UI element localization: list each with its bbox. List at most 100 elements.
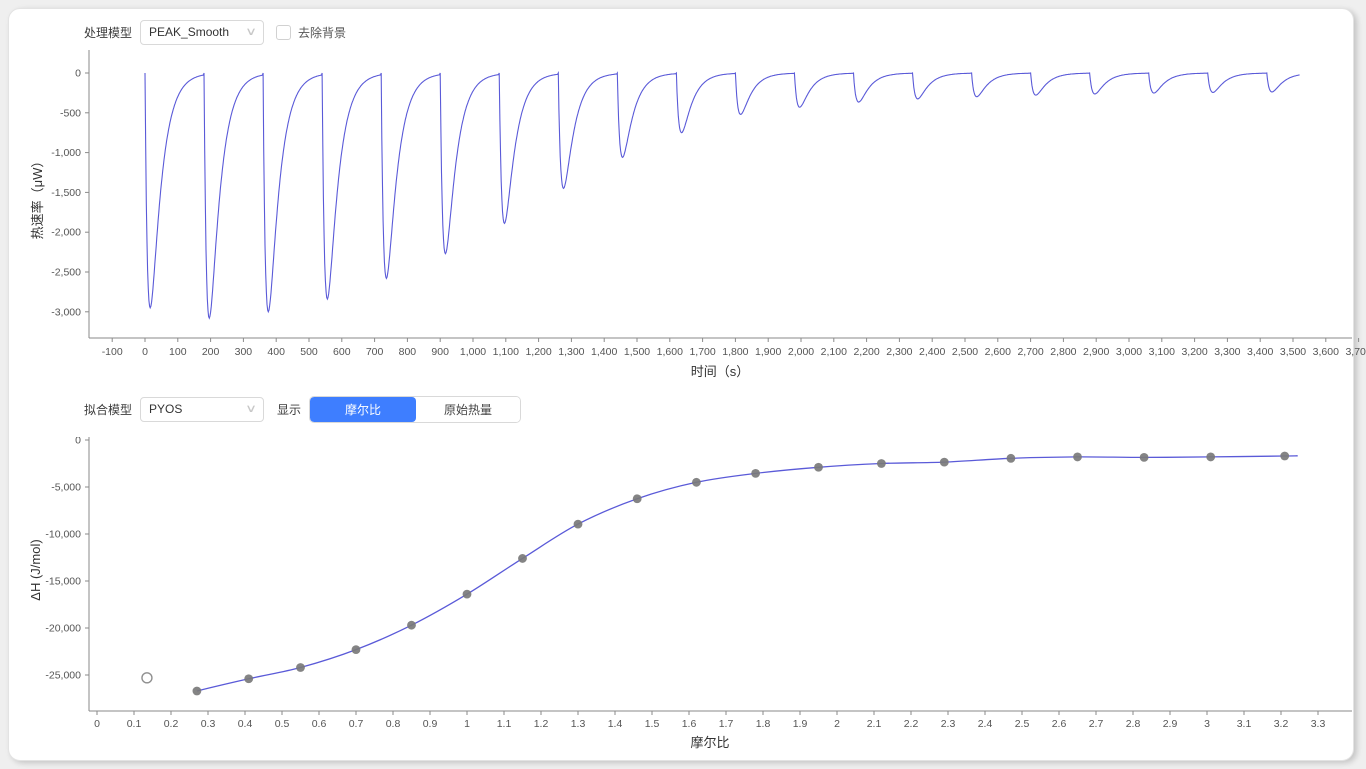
raw-heat-button[interactable]: 原始热量	[416, 397, 520, 422]
x-tick-label: 1.5	[645, 718, 660, 730]
x-tick-label: 500	[300, 346, 318, 358]
x-tick-label: 400	[267, 346, 285, 358]
x-tick-label: 1.3	[571, 718, 586, 730]
remove-background-checkbox[interactable]	[276, 25, 291, 40]
data-point	[244, 674, 253, 683]
x-tick-label: 0.1	[127, 718, 142, 730]
data-point	[877, 459, 886, 468]
x-tick-label: 2.1	[867, 718, 882, 730]
heat-rate-chart[interactable]: -10001002003004005006007008009001,0001,1…	[0, 0, 1366, 392]
x-tick-label: 1.8	[756, 718, 771, 730]
fit-model-value: PYOS	[149, 402, 182, 416]
x-tick-label: 1.6	[682, 718, 697, 730]
x-tick-label: 2.5	[1015, 718, 1030, 730]
remove-background-label: 去除背景	[298, 24, 346, 41]
x-tick-label: 0.3	[201, 718, 216, 730]
data-point	[1140, 453, 1149, 462]
x-tick-label: 1.1	[497, 718, 512, 730]
x-tick-label: 1.7	[719, 718, 734, 730]
x-tick-label: 0	[142, 346, 148, 358]
x-axis-title: 时间（s）	[691, 364, 750, 379]
data-point	[407, 621, 416, 630]
x-tick-label: 1,700	[689, 346, 715, 358]
molar-ratio-button[interactable]: 摩尔比	[310, 397, 416, 422]
x-tick-label: 2	[834, 718, 840, 730]
x-tick-label: -100	[102, 346, 123, 358]
data-point	[463, 590, 472, 599]
x-tick-label: 2.2	[904, 718, 919, 730]
data-point	[193, 687, 202, 696]
enthalpy-chart[interactable]: 00.10.20.30.40.50.60.70.80.911.11.21.31.…	[0, 437, 1366, 769]
x-tick-label: 2.6	[1052, 718, 1067, 730]
fit-model-select[interactable]: PYOS ∨	[140, 397, 264, 422]
y-tick-label: -15,000	[45, 576, 81, 588]
x-tick-label: 2,900	[1083, 346, 1109, 358]
y-tick-label: 0	[75, 437, 81, 447]
x-tick-label: 0.6	[312, 718, 327, 730]
x-tick-label: 3,400	[1247, 346, 1273, 358]
x-tick-label: 200	[202, 346, 220, 358]
fit-model-label: 拟合模型	[84, 401, 132, 418]
y-tick-label: -2,500	[51, 267, 81, 279]
y-tick-label: -25,000	[45, 670, 81, 682]
x-tick-label: 1,600	[657, 346, 683, 358]
y-tick-label: -1,000	[51, 147, 81, 159]
x-tick-label: 2.8	[1126, 718, 1141, 730]
x-tick-label: 1,500	[624, 346, 650, 358]
y-tick-label: -3,000	[51, 306, 81, 318]
x-tick-label: 1,400	[591, 346, 617, 358]
x-tick-label: 100	[169, 346, 187, 358]
x-tick-label: 300	[235, 346, 253, 358]
fit-curve	[197, 456, 1298, 691]
x-tick-label: 2,100	[821, 346, 847, 358]
x-tick-label: 2,500	[952, 346, 978, 358]
data-point	[1007, 454, 1016, 463]
x-tick-label: 800	[399, 346, 417, 358]
x-tick-label: 1,300	[558, 346, 584, 358]
x-axis-title: 摩尔比	[690, 735, 729, 750]
x-tick-label: 900	[431, 346, 449, 358]
x-tick-label: 1.2	[534, 718, 549, 730]
display-toggle-group: 摩尔比 原始热量	[309, 396, 521, 423]
x-tick-label: 0.4	[238, 718, 253, 730]
x-tick-label: 0.2	[164, 718, 179, 730]
x-tick-label: 2.3	[941, 718, 956, 730]
y-axis-title: ΔH (J/mol)	[28, 539, 43, 600]
y-axis-title: 热速率（μW）	[30, 155, 45, 240]
x-tick-label: 2,000	[788, 346, 814, 358]
processing-model-select[interactable]: PEAK_Smooth ∨	[140, 20, 264, 45]
x-tick-label: 3.2	[1274, 718, 1289, 730]
data-point	[518, 554, 527, 563]
data-point	[814, 463, 823, 472]
display-label: 显示	[277, 401, 301, 418]
y-tick-label: -5,000	[51, 482, 81, 494]
x-tick-label: 3,100	[1149, 346, 1175, 358]
x-tick-label: 2.9	[1163, 718, 1178, 730]
x-tick-label: 0.9	[423, 718, 438, 730]
x-tick-label: 3,500	[1280, 346, 1306, 358]
fitting-toolbar: 拟合模型 PYOS ∨ 显示 摩尔比 原始热量	[84, 395, 521, 423]
data-point	[296, 663, 305, 672]
x-tick-label: 2,700	[1017, 346, 1043, 358]
x-tick-label: 2,400	[919, 346, 945, 358]
x-tick-label: 3,300	[1214, 346, 1240, 358]
x-tick-label: 1,200	[525, 346, 551, 358]
x-tick-label: 3.1	[1237, 718, 1252, 730]
excluded-data-point	[142, 673, 152, 683]
x-tick-label: 3,000	[1116, 346, 1142, 358]
x-tick-label: 2,300	[886, 346, 912, 358]
x-tick-label: 2,600	[985, 346, 1011, 358]
data-point	[1073, 453, 1082, 462]
x-tick-label: 3,200	[1181, 346, 1207, 358]
data-point	[633, 494, 642, 503]
x-tick-label: 1.9	[793, 718, 808, 730]
x-tick-label: 3,600	[1313, 346, 1339, 358]
chevron-down-icon: ∨	[245, 27, 257, 38]
x-tick-label: 2,200	[853, 346, 879, 358]
x-tick-label: 3.3	[1311, 718, 1326, 730]
x-tick-label: 0.7	[349, 718, 364, 730]
x-tick-label: 1,100	[493, 346, 519, 358]
y-tick-label: -500	[60, 107, 81, 119]
x-tick-label: 1.4	[608, 718, 623, 730]
data-point	[1280, 452, 1289, 461]
